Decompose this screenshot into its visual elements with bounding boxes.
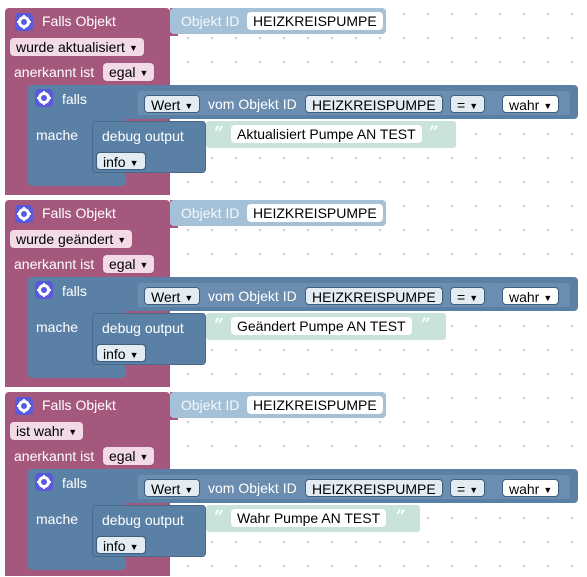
compare-left-dropdown[interactable]: Wert ▼ — [144, 479, 201, 497]
debug-level-value: info — [103, 154, 126, 170]
operator-value: = — [457, 481, 466, 497]
compare-from-label: vom Objekt ID — [208, 288, 297, 304]
ack-value: egal — [109, 448, 136, 464]
caret-down-icon: ▼ — [469, 485, 479, 495]
ack-dropdown[interactable]: egal ▼ — [103, 447, 155, 465]
ack-label: anerkannt ist — [14, 448, 95, 464]
gear-icon[interactable] — [35, 281, 53, 299]
gear-icon[interactable] — [15, 13, 33, 31]
caret-down-icon: ▼ — [543, 485, 553, 495]
caret-down-icon: ▼ — [543, 101, 553, 111]
event-block-3[interactable]: Falls Objekt Objekt ID HEIZKREISPUMPE is… — [0, 384, 587, 577]
caret-down-icon: ▼ — [184, 485, 194, 495]
event-type-value: ist wahr — [16, 423, 65, 439]
object-id-value[interactable]: HEIZKREISPUMPE — [247, 396, 383, 414]
event-block-1[interactable]: Falls Objekt Objekt ID HEIZKREISPUMPE wu… — [0, 0, 587, 195]
debug-label: debug output — [102, 512, 184, 528]
event-block-2[interactable]: Falls Objekt Objekt ID HEIZKREISPUMPE wu… — [0, 192, 587, 387]
quote-open-icon: “ — [214, 123, 224, 143]
caret-down-icon: ▼ — [68, 427, 78, 437]
caret-down-icon: ▼ — [128, 43, 138, 53]
event-type-dropdown[interactable]: wurde geändert ▼ — [10, 230, 133, 248]
compare-left-value: Wert — [151, 289, 181, 305]
event-type-value: wurde geändert — [16, 231, 114, 247]
object-id-label: Objekt ID — [181, 13, 240, 29]
gear-icon[interactable] — [15, 397, 33, 415]
operator-value: = — [457, 289, 466, 305]
debug-level-dropdown[interactable]: info ▼ — [96, 536, 146, 554]
compare-right-dropdown[interactable]: wahr ▼ — [502, 479, 560, 497]
operator-value: = — [457, 97, 466, 113]
ack-label: anerkannt ist — [14, 256, 95, 272]
caret-down-icon: ▼ — [117, 235, 127, 245]
object-id-label: Objekt ID — [181, 397, 240, 413]
operator-dropdown[interactable]: = ▼ — [450, 287, 486, 305]
compare-right-value: wahr — [509, 289, 540, 305]
compare-right-value: wahr — [509, 481, 540, 497]
caret-down-icon: ▼ — [129, 158, 139, 168]
quote-close-icon: ” — [421, 315, 431, 335]
do-label: mache — [36, 127, 79, 143]
gear-icon[interactable] — [15, 205, 33, 223]
operator-dropdown[interactable]: = ▼ — [450, 95, 486, 113]
event-type-dropdown[interactable]: ist wahr ▼ — [10, 422, 84, 440]
compare-right-dropdown[interactable]: wahr ▼ — [502, 95, 560, 113]
trigger-label: Falls Objekt — [42, 13, 116, 29]
caret-down-icon: ▼ — [139, 452, 149, 462]
if-label: falls — [62, 91, 87, 107]
quote-open-icon: “ — [214, 507, 224, 527]
compare-left-dropdown[interactable]: Wert ▼ — [144, 287, 201, 305]
do-label: mache — [36, 511, 79, 527]
ack-value: egal — [109, 64, 136, 80]
do-label: mache — [36, 319, 79, 335]
if-label: falls — [62, 475, 87, 491]
caret-down-icon: ▼ — [469, 293, 479, 303]
object-id-value[interactable]: HEIZKREISPUMPE — [247, 12, 383, 30]
quote-close-icon: ” — [429, 123, 439, 143]
if-label: falls — [62, 283, 87, 299]
debug-level-value: info — [103, 538, 126, 554]
operator-dropdown[interactable]: = ▼ — [450, 479, 486, 497]
ack-dropdown[interactable]: egal ▼ — [103, 63, 155, 81]
debug-label: debug output — [102, 320, 184, 336]
caret-down-icon: ▼ — [129, 542, 139, 552]
compare-object-id[interactable]: HEIZKREISPUMPE — [305, 95, 443, 113]
ack-dropdown[interactable]: egal ▼ — [103, 255, 155, 273]
trigger-label: Falls Objekt — [42, 397, 116, 413]
compare-left-value: Wert — [151, 481, 181, 497]
compare-from-label: vom Objekt ID — [208, 96, 297, 112]
debug-text[interactable]: Aktualisiert Pumpe AN TEST — [231, 125, 422, 143]
compare-right-dropdown[interactable]: wahr ▼ — [502, 287, 560, 305]
caret-down-icon: ▼ — [129, 350, 139, 360]
debug-text[interactable]: Geändert Pumpe AN TEST — [231, 317, 412, 335]
compare-object-id[interactable]: HEIZKREISPUMPE — [305, 287, 443, 305]
compare-right-value: wahr — [509, 97, 540, 113]
compare-left-value: Wert — [151, 97, 181, 113]
compare-object-id[interactable]: HEIZKREISPUMPE — [305, 479, 443, 497]
compare-left-dropdown[interactable]: Wert ▼ — [144, 95, 201, 113]
object-id-label: Objekt ID — [181, 205, 240, 221]
debug-level-value: info — [103, 346, 126, 362]
debug-text[interactable]: Wahr Pumpe AN TEST — [231, 509, 387, 527]
caret-down-icon: ▼ — [139, 260, 149, 270]
gear-icon[interactable] — [35, 473, 53, 491]
event-type-dropdown[interactable]: wurde aktualisiert ▼ — [10, 38, 144, 56]
ack-value: egal — [109, 256, 136, 272]
trigger-label: Falls Objekt — [42, 205, 116, 221]
debug-level-dropdown[interactable]: info ▼ — [96, 344, 146, 362]
compare-from-label: vom Objekt ID — [208, 480, 297, 496]
caret-down-icon: ▼ — [469, 101, 479, 111]
gear-icon[interactable] — [35, 89, 53, 107]
caret-down-icon: ▼ — [543, 293, 553, 303]
quote-close-icon: ” — [396, 507, 406, 527]
debug-label: debug output — [102, 128, 184, 144]
object-id-value[interactable]: HEIZKREISPUMPE — [247, 204, 383, 222]
event-type-value: wurde aktualisiert — [16, 39, 125, 55]
caret-down-icon: ▼ — [184, 293, 194, 303]
debug-level-dropdown[interactable]: info ▼ — [96, 152, 146, 170]
quote-open-icon: “ — [214, 315, 224, 335]
caret-down-icon: ▼ — [139, 68, 149, 78]
caret-down-icon: ▼ — [184, 101, 194, 111]
ack-label: anerkannt ist — [14, 64, 95, 80]
